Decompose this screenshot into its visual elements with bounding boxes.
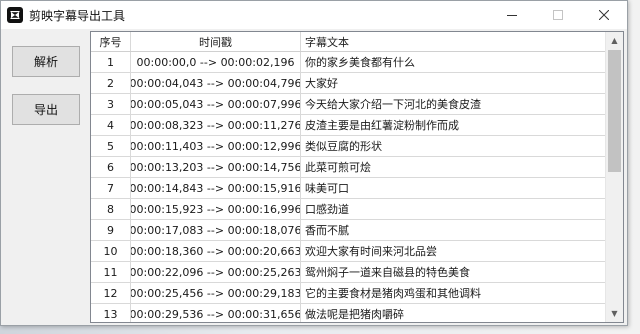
row-index[interactable]: 3 [91,94,131,114]
row-subtitle-text[interactable]: 口感劲道 [301,199,605,219]
row-subtitle-text[interactable]: 类似豆腐的形状 [301,136,605,156]
row-subtitle-text[interactable]: 味美可口 [301,178,605,198]
minimize-icon [507,15,517,16]
row-subtitle-text[interactable]: 皮渣主要是由红薯淀粉制作而成 [301,115,605,135]
close-button[interactable] [581,1,627,29]
row-index[interactable]: 12 [91,283,131,303]
header-timestamp[interactable]: 时间戳 [131,32,301,51]
table-row[interactable]: 8 00:00:15,923 --> 00:00:16,996 口感劲道 [91,199,605,220]
title-bar[interactable]: 剪映字幕导出工具 [1,1,627,29]
scroll-down-arrow-icon[interactable]: ▼ [606,305,623,322]
header-subtitle-text[interactable]: 字幕文本 [301,32,605,51]
row-index[interactable]: 5 [91,136,131,156]
subtitle-grid[interactable]: 序号 时间戳 字幕文本 1 00:00:00,0 --> 00:00:02,196… [90,31,624,323]
window-title: 剪映字幕导出工具 [29,8,126,23]
row-timestamp[interactable]: 00:00:13,203 --> 00:00:14,756 [131,157,301,177]
table-row[interactable]: 6 00:00:13,203 --> 00:00:14,756 此菜可煎可烩 [91,157,605,178]
table-row[interactable]: 10 00:00:18,360 --> 00:00:20,663 欢迎大家有时间来河… [91,241,605,262]
table-row[interactable]: 1 00:00:00,0 --> 00:00:02,196 你的家乡美食都有什么 [91,52,605,73]
row-subtitle-text[interactable]: 它的主要食材是猪肉鸡蛋和其他调料 [301,283,605,303]
row-index[interactable]: 4 [91,115,131,135]
table-row[interactable]: 7 00:00:14,843 --> 00:00:15,916 味美可口 [91,178,605,199]
row-timestamp[interactable]: 00:00:08,323 --> 00:00:11,276 [131,115,301,135]
table-row[interactable]: 5 00:00:11,403 --> 00:00:12,996 类似豆腐的形状 [91,136,605,157]
subtitle-table: 序号 时间戳 字幕文本 1 00:00:00,0 --> 00:00:02,196… [91,32,605,322]
maximize-button[interactable] [535,1,581,29]
table-row[interactable]: 2 00:00:04,043 --> 00:00:04,796 大家好 [91,73,605,94]
row-timestamp[interactable]: 00:00:11,403 --> 00:00:12,996 [131,136,301,156]
parse-button[interactable]: 解析 [12,46,80,77]
row-subtitle-text[interactable]: 鸳州焖子一道来自磁县的特色美食 [301,262,605,282]
app-window: 剪映字幕导出工具 解析 导出 序号 时间戳 字幕文本 1 00:00:00,0 -… [0,0,628,326]
row-index[interactable]: 7 [91,178,131,198]
table-row[interactable]: 12 00:00:25,456 --> 00:00:29,183 它的主要食材是猪肉… [91,283,605,304]
close-icon [599,10,609,20]
row-timestamp[interactable]: 00:00:14,843 --> 00:00:15,916 [131,178,301,198]
row-timestamp[interactable]: 00:00:05,043 --> 00:00:07,996 [131,94,301,114]
row-timestamp[interactable]: 00:00:18,360 --> 00:00:20,663 [131,241,301,261]
row-subtitle-text[interactable]: 今天给大家介绍一下河北的美食皮渣 [301,94,605,114]
row-subtitle-text[interactable]: 大家好 [301,73,605,93]
row-subtitle-text[interactable]: 此菜可煎可烩 [301,157,605,177]
row-timestamp[interactable]: 00:00:15,923 --> 00:00:16,996 [131,199,301,219]
row-index[interactable]: 6 [91,157,131,177]
row-index[interactable]: 10 [91,241,131,261]
vertical-scrollbar[interactable]: ▲ ▼ [605,32,623,322]
export-button[interactable]: 导出 [12,94,80,125]
table-header: 序号 时间戳 字幕文本 [91,32,605,52]
table-row[interactable]: 9 00:00:17,083 --> 00:00:18,076 香而不腻 [91,220,605,241]
minimize-button[interactable] [489,1,535,29]
header-index[interactable]: 序号 [91,32,131,51]
maximize-icon [553,10,563,20]
row-index[interactable]: 9 [91,220,131,240]
row-timestamp[interactable]: 00:00:17,083 --> 00:00:18,076 [131,220,301,240]
row-timestamp[interactable]: 00:00:25,456 --> 00:00:29,183 [131,283,301,303]
row-subtitle-text[interactable]: 你的家乡美食都有什么 [301,52,605,72]
row-index[interactable]: 13 [91,304,131,322]
row-timestamp[interactable]: 00:00:00,0 --> 00:00:02,196 [131,52,301,72]
scroll-thumb[interactable] [608,50,621,172]
row-index[interactable]: 8 [91,199,131,219]
row-index[interactable]: 1 [91,52,131,72]
row-timestamp[interactable]: 00:00:22,096 --> 00:00:25,263 [131,262,301,282]
row-subtitle-text[interactable]: 欢迎大家有时间来河北品尝 [301,241,605,261]
table-row[interactable]: 4 00:00:08,323 --> 00:00:11,276 皮渣主要是由红薯淀粉… [91,115,605,136]
scroll-up-arrow-icon[interactable]: ▲ [606,32,623,49]
capcut-logo-icon [7,7,23,23]
table-row[interactable]: 13 00:00:29,536 --> 00:00:31,656 做法呢是把猪肉嚼碎 [91,304,605,322]
row-timestamp[interactable]: 00:00:29,536 --> 00:00:31,656 [131,304,301,322]
row-index[interactable]: 2 [91,73,131,93]
table-row[interactable]: 11 00:00:22,096 --> 00:00:25,263 鸳州焖子一道来自磁… [91,262,605,283]
table-row[interactable]: 3 00:00:05,043 --> 00:00:07,996 今天给大家介绍一下河… [91,94,605,115]
row-subtitle-text[interactable]: 香而不腻 [301,220,605,240]
row-timestamp[interactable]: 00:00:04,043 --> 00:00:04,796 [131,73,301,93]
window-controls [489,1,627,29]
row-subtitle-text[interactable]: 做法呢是把猪肉嚼碎 [301,304,605,322]
row-index[interactable]: 11 [91,262,131,282]
